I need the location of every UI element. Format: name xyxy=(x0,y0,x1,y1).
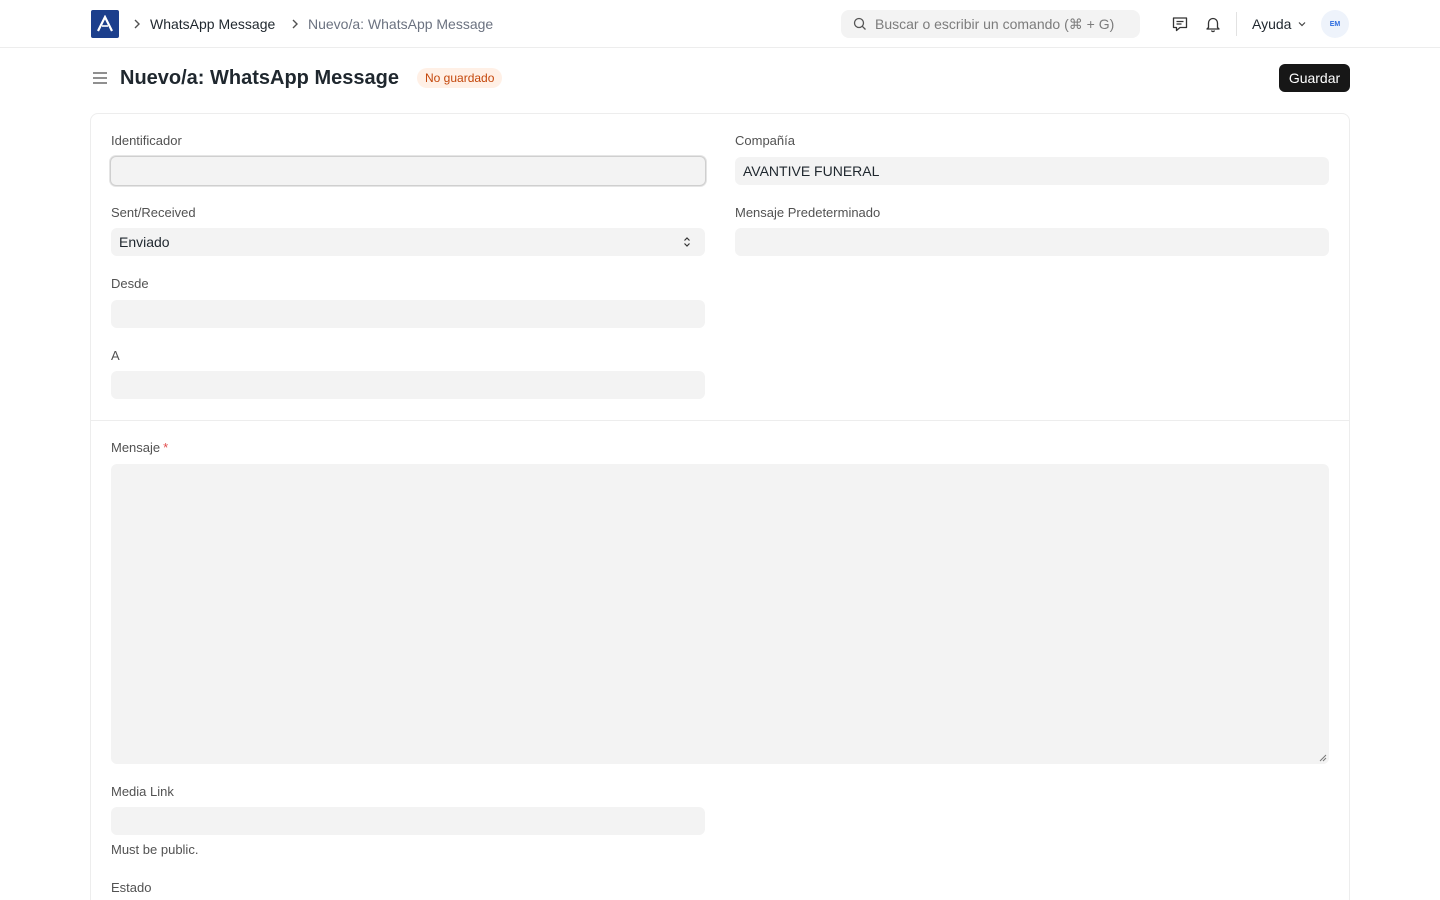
mensaje-predeterminado-input[interactable] xyxy=(735,228,1329,256)
compania-label: Compañía xyxy=(735,133,795,148)
page-title: Nuevo/a: WhatsApp Message xyxy=(120,67,399,89)
select-caret-icon xyxy=(684,237,690,247)
mensaje-textarea[interactable] xyxy=(111,464,1329,764)
chat-button[interactable] xyxy=(1170,14,1190,34)
media-link-description: Must be public. xyxy=(111,842,199,857)
desde-input[interactable] xyxy=(111,300,705,328)
mensaje-label-text: Mensaje xyxy=(111,440,161,455)
app-logo[interactable] xyxy=(91,10,119,38)
logo-icon xyxy=(97,15,113,32)
mensaje-label: Mensaje * xyxy=(111,440,168,456)
chevron-right-icon xyxy=(292,19,298,29)
help-label: Ayuda xyxy=(1252,16,1292,32)
user-avatar[interactable]: EM xyxy=(1321,10,1349,38)
compania-value: AVANTIVE FUNERAL xyxy=(743,163,880,179)
chevron-down-icon xyxy=(1299,22,1306,27)
breadcrumb-current-page[interactable]: Nuevo/a: WhatsApp Message xyxy=(308,15,493,33)
chevron-right-icon xyxy=(134,19,140,29)
compania-input[interactable]: AVANTIVE FUNERAL xyxy=(735,157,1329,185)
resize-handle-icon[interactable] xyxy=(1317,752,1327,762)
navbar-divider xyxy=(1236,12,1237,36)
sent-received-select[interactable]: Enviado xyxy=(111,228,705,256)
estado-label: Estado xyxy=(111,880,152,895)
desde-label: Desde xyxy=(111,276,149,291)
required-mark: * xyxy=(163,440,169,455)
message-icon xyxy=(1172,17,1188,32)
notifications-button[interactable] xyxy=(1203,14,1223,34)
search-icon xyxy=(853,17,866,30)
save-button[interactable]: Guardar xyxy=(1279,64,1350,92)
a-label: A xyxy=(111,348,120,363)
sent-received-value: Enviado xyxy=(119,234,170,250)
identificador-label: Identificador xyxy=(111,133,182,148)
section-divider xyxy=(91,420,1349,421)
a-input[interactable] xyxy=(111,371,705,399)
status-badge: No guardado xyxy=(417,68,503,88)
identificador-input[interactable] xyxy=(110,156,706,186)
search-input[interactable] xyxy=(875,10,1133,38)
bell-icon xyxy=(1206,17,1220,33)
mensaje-predeterminado-label: Mensaje Predeterminado xyxy=(735,205,881,220)
media-link-input[interactable] xyxy=(111,807,705,835)
navbar: WhatsApp Message Nuevo/a: WhatsApp Messa… xyxy=(0,0,1440,48)
breadcrumb-whatsapp-message[interactable]: WhatsApp Message xyxy=(150,15,275,33)
sent-received-label: Sent/Received xyxy=(111,205,196,220)
media-link-label: Media Link xyxy=(111,784,174,799)
search-bar[interactable] xyxy=(841,10,1140,38)
help-dropdown[interactable]: Ayuda xyxy=(1252,15,1307,33)
hamburger-menu-icon[interactable] xyxy=(91,69,109,87)
